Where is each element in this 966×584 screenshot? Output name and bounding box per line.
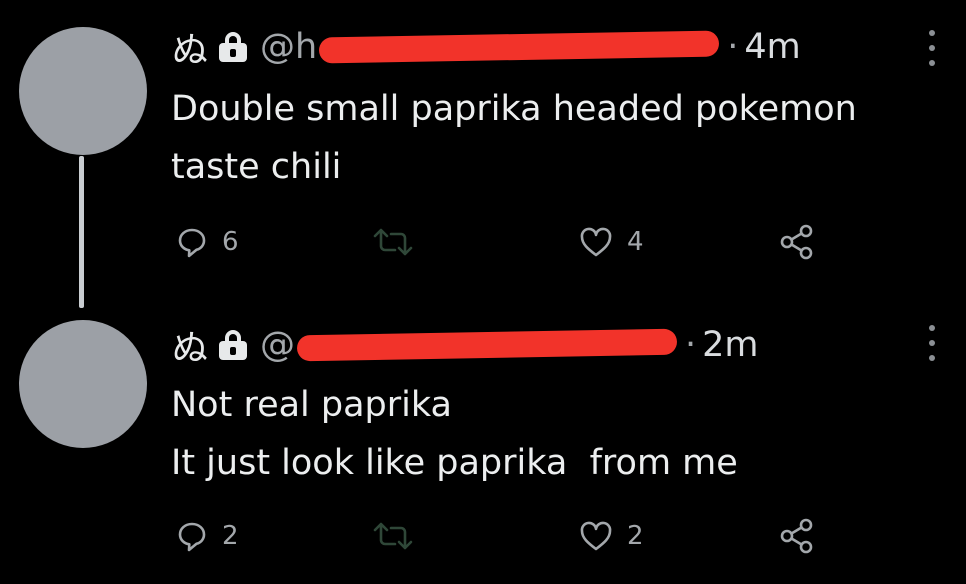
like-button[interactable]: 4: [579, 220, 644, 264]
retweet-icon: [373, 522, 413, 550]
reply-icon: [178, 522, 206, 552]
heart-icon: [580, 521, 612, 551]
retweet-button[interactable]: [371, 514, 429, 558]
tweet-text: Double small paprika headed pokemon tast…: [171, 80, 857, 196]
tweet[interactable]: ぬ @h · 4m Double small paprika headed po…: [0, 0, 966, 308]
tweet-text-line: Double small paprika headed pokemon: [171, 89, 857, 129]
share-button[interactable]: [778, 514, 816, 558]
share-button[interactable]: [778, 220, 816, 264]
redaction-mark: [296, 328, 678, 362]
like-count: 4: [627, 227, 644, 257]
reply-icon: [178, 228, 206, 258]
tweet-text-line: taste chili: [171, 147, 342, 187]
action-bar: 6 4: [0, 220, 966, 264]
share-icon: [780, 518, 813, 554]
redaction-mark: [319, 30, 720, 64]
like-count: 2: [627, 521, 644, 551]
lock-icon: [218, 32, 248, 62]
display-name[interactable]: ぬ: [172, 319, 208, 371]
tweet-text-line: It just look like paprika from me: [171, 443, 738, 483]
share-icon: [780, 224, 813, 260]
more-options-icon[interactable]: [928, 325, 936, 361]
retweet-icon: [373, 228, 413, 256]
avatar[interactable]: [19, 320, 147, 448]
like-button[interactable]: 2: [579, 514, 644, 558]
tweet-text: Not real paprika It just look like papri…: [171, 376, 738, 492]
more-options-icon[interactable]: [928, 30, 936, 66]
reply-count: 6: [222, 227, 239, 257]
tweet-header: ぬ @ · 2m: [172, 320, 759, 370]
display-name[interactable]: ぬ: [172, 21, 208, 73]
separator-dot: ·: [685, 325, 697, 365]
heart-icon: [580, 227, 612, 257]
reply-button[interactable]: 2: [176, 514, 239, 558]
lock-icon: [218, 330, 248, 360]
reply-count: 2: [222, 521, 239, 551]
tweet[interactable]: ぬ @ · 2m Not real paprika It just look l…: [0, 300, 966, 584]
tweet-header: ぬ @h · 4m: [172, 22, 801, 72]
tweet-text-line: Not real paprika: [171, 385, 452, 425]
action-bar: 2 2: [0, 514, 966, 558]
timestamp[interactable]: 4m: [744, 27, 800, 67]
username-handle[interactable]: @: [260, 325, 295, 365]
avatar[interactable]: [19, 27, 147, 155]
retweet-button[interactable]: [371, 220, 429, 264]
timestamp[interactable]: 2m: [702, 325, 758, 365]
username-handle[interactable]: @h: [260, 27, 317, 67]
separator-dot: ·: [727, 27, 739, 67]
reply-button[interactable]: 6: [176, 220, 239, 264]
